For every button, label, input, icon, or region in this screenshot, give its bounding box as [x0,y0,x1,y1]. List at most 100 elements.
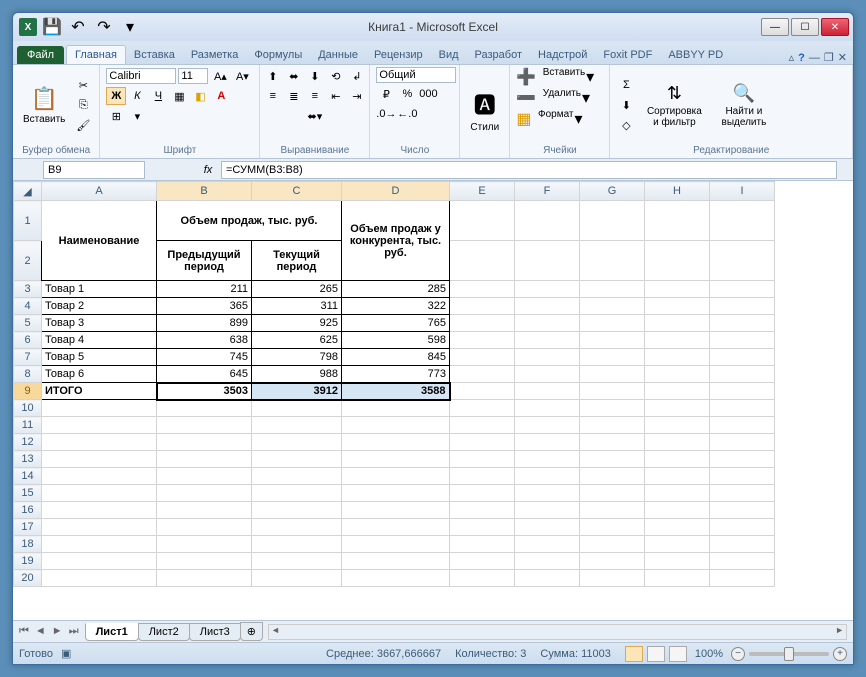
cell[interactable] [157,553,252,570]
cell[interactable] [252,485,342,502]
row-header[interactable]: 20 [14,570,42,587]
row-header[interactable]: 4 [14,298,42,315]
cell[interactable] [645,451,710,468]
cell[interactable]: 845 [342,349,450,366]
sheet-nav-prev[interactable]: ◄ [33,625,48,638]
cell-B9[interactable]: 3503 [157,383,252,400]
cell[interactable] [515,553,580,570]
cell[interactable] [645,485,710,502]
border-button[interactable]: ▦ [169,87,189,105]
cell[interactable]: Товар 2 [42,298,157,315]
view-layout-button[interactable] [647,646,665,662]
cell[interactable]: Объем продаж у конкурента, тыс. руб. [342,201,450,281]
cell[interactable] [157,485,252,502]
cell[interactable] [515,468,580,485]
doc-restore[interactable]: ❐ [824,51,834,64]
cell[interactable] [710,298,775,315]
cell[interactable] [342,519,450,536]
grid-scroll[interactable]: ◢ A B C D E F G H I 1 Наименование Объем… [13,181,853,620]
align-bottom-button[interactable]: ⬇ [305,67,325,85]
cell[interactable] [157,570,252,587]
cell[interactable] [157,434,252,451]
cell[interactable]: 285 [342,281,450,298]
row-header[interactable]: 5 [14,315,42,332]
cell[interactable] [42,536,157,553]
cell[interactable]: 322 [342,298,450,315]
col-header-A[interactable]: A [42,182,157,201]
doc-close[interactable]: ✕ [838,51,847,64]
cell[interactable] [645,434,710,451]
cell[interactable] [645,417,710,434]
formula-bar[interactable] [221,161,837,179]
cell[interactable] [710,570,775,587]
view-pagebreak-button[interactable] [669,646,687,662]
col-header-E[interactable]: E [450,182,515,201]
cell[interactable] [710,349,775,366]
cell[interactable] [342,570,450,587]
cell[interactable] [580,298,645,315]
cell[interactable] [710,519,775,536]
cell[interactable] [710,383,775,400]
align-center-button[interactable]: ≣ [284,87,304,105]
cell[interactable] [645,366,710,383]
cell[interactable] [710,366,775,383]
cell[interactable] [710,201,775,241]
styles-button[interactable]: 🅰 Стили [466,86,503,135]
cell[interactable] [342,468,450,485]
row-header[interactable]: 7 [14,349,42,366]
cell[interactable] [42,434,157,451]
cell[interactable]: Текущий период [252,241,342,281]
save-button[interactable]: 💾 [41,17,63,37]
row-header[interactable]: 18 [14,536,42,553]
cell[interactable] [252,451,342,468]
cell[interactable] [515,519,580,536]
row-header[interactable]: 2 [14,241,42,281]
zoom-in-button[interactable]: + [833,647,847,661]
cell[interactable] [252,468,342,485]
cell[interactable] [645,502,710,519]
cell[interactable] [580,332,645,349]
sheet-nav-last[interactable]: ⏭ [67,625,81,638]
tab-formulas[interactable]: Формулы [246,46,310,64]
cell[interactable] [645,553,710,570]
cell[interactable] [515,281,580,298]
new-sheet-button[interactable]: ⊕ [240,622,263,641]
col-header-G[interactable]: G [580,182,645,201]
cell[interactable] [710,451,775,468]
cell[interactable]: Предыдущий период [157,241,252,281]
cell[interactable] [580,315,645,332]
fill-color-button[interactable]: ◧ [190,87,210,105]
cell[interactable] [252,536,342,553]
fx-button[interactable]: fx [199,161,217,179]
cell[interactable] [710,434,775,451]
cell[interactable]: 765 [342,315,450,332]
tab-insert[interactable]: Вставка [126,46,183,64]
orientation-button[interactable]: ⟲ [326,67,346,85]
cell[interactable] [450,201,515,241]
cell[interactable] [252,553,342,570]
col-header-C[interactable]: C [252,182,342,201]
cell[interactable] [252,519,342,536]
cell[interactable] [710,468,775,485]
find-select-button[interactable]: 🔍 Найти и выделить [712,81,775,130]
cell[interactable] [580,553,645,570]
decrease-indent-button[interactable]: ⇤ [326,87,346,105]
qat-customize[interactable]: ▾ [119,17,141,37]
row-header[interactable]: 9 [14,383,42,400]
cell[interactable] [342,502,450,519]
cell[interactable]: 625 [252,332,342,349]
increase-indent-button[interactable]: ⇥ [347,87,367,105]
clear-button[interactable]: ◇ [616,116,636,134]
cell[interactable]: ИТОГО [42,383,157,400]
cell[interactable] [42,468,157,485]
undo-button[interactable]: ↶ [67,17,89,37]
cell[interactable]: 311 [252,298,342,315]
fill-button[interactable]: ⬇ [616,96,636,114]
cell[interactable]: 638 [157,332,252,349]
col-header-B[interactable]: B [157,182,252,201]
cell[interactable] [580,400,645,417]
cut-button[interactable]: ✂ [73,76,93,94]
cell[interactable] [515,315,580,332]
cell[interactable] [515,451,580,468]
cell[interactable] [450,570,515,587]
